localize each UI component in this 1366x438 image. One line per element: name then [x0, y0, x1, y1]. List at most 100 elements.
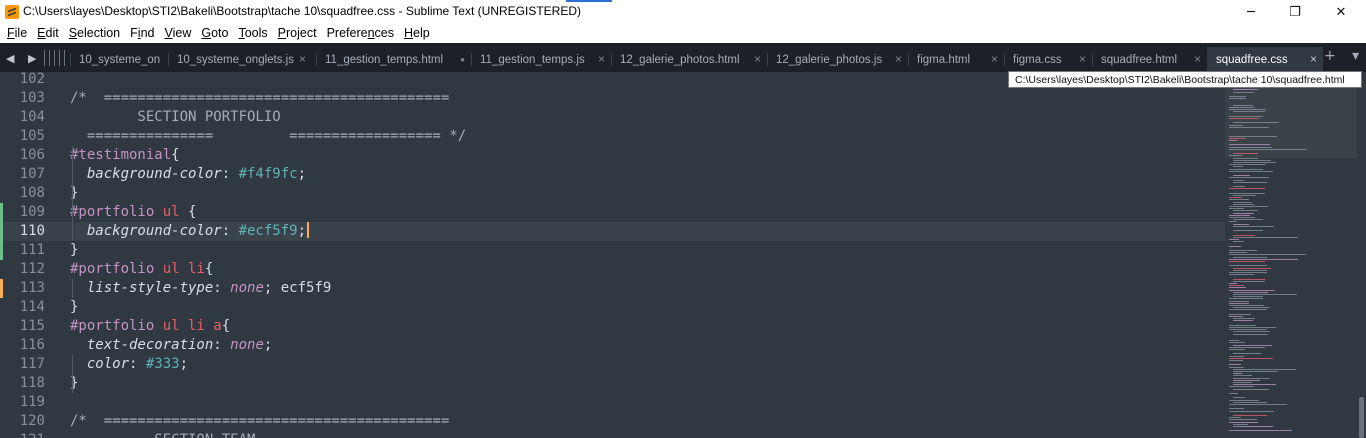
minimap-line — [1233, 307, 1270, 309]
minimap[interactable] — [1225, 72, 1357, 438]
close-button[interactable]: ✕ — [1318, 0, 1364, 24]
scrollbar-thumb[interactable] — [1359, 397, 1364, 438]
tab[interactable]: squadfree.css × — [1207, 47, 1323, 72]
code-line[interactable]: 110 background-color: #ecf5f9; — [0, 222, 1225, 241]
code-line[interactable]: 113 list-style-type: none; ecf5f9 — [0, 279, 1225, 298]
tab[interactable]: 11_gestion_temps.js × — [471, 47, 611, 72]
menu-item[interactable]: Tools — [238, 24, 267, 43]
tab[interactable]: squadfree.html × — [1092, 47, 1207, 72]
code-text: } — [70, 241, 78, 260]
minimap-line — [1233, 157, 1258, 159]
tab-close-icon[interactable]: × — [895, 52, 902, 66]
minimap-line — [1229, 393, 1238, 394]
menu-item-label: oto — [211, 26, 229, 40]
minimap-line — [1233, 397, 1245, 399]
code-line[interactable]: 109 #portfolio ul { — [0, 203, 1225, 222]
menu-item-mnemonic: P — [277, 26, 287, 40]
tab-label: 11_gestion_temps.html — [325, 53, 444, 66]
menu-item-label: roject — [286, 26, 317, 40]
minimap-line — [1229, 177, 1269, 179]
code-line[interactable]: 115 #portfolio ul li a{ — [0, 317, 1225, 336]
tab-close-icon[interactable]: × — [991, 52, 998, 66]
code-line[interactable]: 119 — [0, 393, 1225, 412]
code-token: ul li a — [162, 318, 222, 334]
code-line[interactable]: 116 text-decoration: none; — [0, 336, 1225, 355]
modified-line-marker — [0, 241, 3, 260]
code-token: : — [129, 356, 146, 372]
tab-close-icon[interactable]: × — [754, 52, 761, 66]
menu-item[interactable]: Goto — [201, 24, 228, 43]
tab-close-icon[interactable]: × — [299, 52, 306, 66]
line-number: 119 — [19, 394, 45, 410]
maximize-button[interactable]: ❐ — [1272, 0, 1318, 24]
code-line[interactable]: 111} — [0, 241, 1225, 260]
menu-item[interactable]: Preferences — [327, 24, 394, 43]
tab[interactable]: 11_gestion_temps.html ● — [316, 47, 471, 72]
vertical-scrollbar[interactable] — [1357, 72, 1366, 438]
tab[interactable]: 10_systeme_onglets.js × — [168, 47, 312, 72]
code-text: /* =====================================… — [70, 89, 449, 108]
tab[interactable]: 12_galerie_photos.js × — [767, 47, 908, 72]
tab-close-icon[interactable]: × — [598, 52, 605, 66]
menu-item[interactable]: View — [164, 24, 191, 43]
menu-item[interactable]: Edit — [37, 24, 59, 43]
line-number: 106 — [19, 147, 45, 163]
menu-item-mnemonic: E — [37, 26, 46, 40]
minimize-button[interactable]: ─ — [1228, 0, 1274, 24]
minimap-line — [1229, 430, 1292, 432]
code-line[interactable]: 120 /* ==================================… — [0, 412, 1225, 431]
code-line[interactable]: 114} — [0, 298, 1225, 317]
tab[interactable]: 12_galerie_photos.html × — [611, 47, 767, 72]
code-line[interactable]: 112 #portfolio ul li{ — [0, 260, 1225, 279]
tab-controls[interactable]: + ▾ — [1324, 48, 1365, 64]
tab-nav-arrows[interactable]: ◀ ▶ — [6, 52, 41, 65]
code-line[interactable]: 107 background-color: #f4f9fc; — [0, 165, 1225, 184]
menu-item[interactable]: Find — [130, 24, 154, 43]
menu-item[interactable]: Help — [404, 24, 430, 43]
menu-item[interactable]: Project — [278, 24, 317, 43]
minimap-line — [1229, 245, 1241, 247]
unsaved-dot-icon[interactable]: ● — [460, 55, 465, 64]
tab-overflow-indicator[interactable] — [44, 50, 68, 66]
minimap-line — [1233, 296, 1263, 298]
menu-item-mnemonic: G — [201, 26, 212, 40]
code-line[interactable]: 121 SECTION TEAM — [0, 431, 1225, 438]
title-accent — [566, 0, 612, 2]
tab[interactable]: figma.css × — [1004, 47, 1092, 72]
line-number: 105 — [19, 128, 45, 144]
minimap-line — [1229, 408, 1244, 410]
menu-item-label: ces — [374, 26, 394, 40]
tab-close-icon[interactable]: × — [1310, 52, 1317, 66]
line-number: 117 — [19, 356, 45, 372]
minimap-line — [1229, 419, 1257, 421]
minimap-line — [1233, 153, 1258, 155]
minimap-line — [1229, 115, 1263, 117]
tab-close-icon[interactable]: × — [1079, 52, 1086, 66]
line-number: 104 — [19, 109, 45, 125]
code-editor[interactable]: 102 103 /* ===============================… — [0, 72, 1366, 438]
minimap-line — [1229, 107, 1254, 108]
minimap-line — [1229, 340, 1239, 342]
code-line[interactable]: 103 /* ==================================… — [0, 89, 1225, 108]
minimap-line — [1229, 208, 1244, 210]
code-text: /* =====================================… — [70, 412, 449, 431]
menu-item[interactable]: File — [7, 24, 27, 43]
tab[interactable]: 10_systeme_onglets.css× — [70, 47, 168, 72]
minimap-line — [1229, 192, 1265, 194]
code-line[interactable]: 104 SECTION PORTFOLIO — [0, 108, 1225, 127]
code-line[interactable]: 105 =============== ================== *… — [0, 127, 1225, 146]
code-line[interactable]: 118} — [0, 374, 1225, 393]
code-line[interactable]: 108} — [0, 184, 1225, 203]
minimap-line — [1229, 250, 1257, 251]
tab-close-icon[interactable]: × — [1194, 52, 1201, 66]
menu-item[interactable]: Selection — [69, 24, 120, 43]
code-token: ; — [263, 337, 273, 353]
code-token: #333 — [145, 356, 180, 372]
tab[interactable]: figma.html × — [908, 47, 1004, 72]
code-token: #portfolio — [70, 204, 163, 220]
tab-label: 10_systeme_onglets.js — [177, 53, 294, 66]
code-line[interactable]: 106 #testimonial{ — [0, 146, 1225, 165]
code-line[interactable]: 117 color: #333; — [0, 355, 1225, 374]
minimap-line — [1229, 417, 1241, 419]
minimap-line — [1233, 291, 1268, 293]
